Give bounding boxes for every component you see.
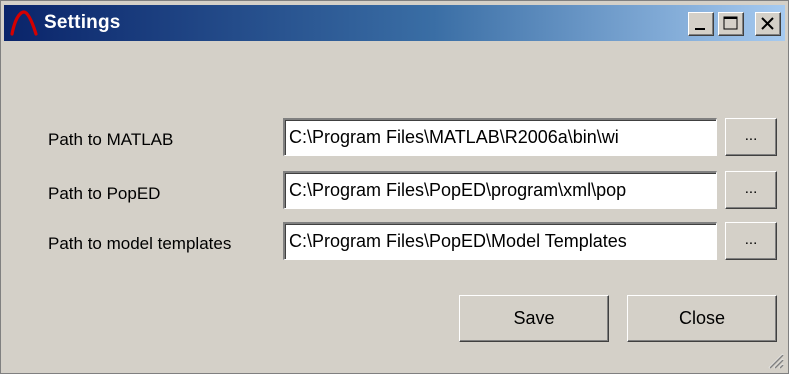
settings-window: Settings Path to MATLAB C:\Program Files… bbox=[0, 0, 789, 374]
save-button[interactable]: Save bbox=[459, 295, 609, 342]
poped-path-input[interactable]: C:\Program Files\PopED\program\xml\pop bbox=[283, 171, 717, 209]
minimize-icon bbox=[695, 28, 705, 30]
close-button[interactable]: Close bbox=[627, 295, 777, 342]
resize-grip-icon[interactable] bbox=[766, 351, 784, 369]
browse-model-templates-button[interactable]: ... bbox=[725, 222, 777, 260]
matlab-path-label: Path to MATLAB bbox=[48, 130, 174, 149]
app-logo-icon bbox=[10, 10, 38, 36]
maximize-icon bbox=[723, 16, 738, 30]
matlab-path-input[interactable]: C:\Program Files\MATLAB\R2006a\bin\wi bbox=[283, 118, 717, 156]
model-templates-path-input[interactable]: C:\Program Files\PopED\Model Templates bbox=[283, 222, 717, 260]
window-title: Settings bbox=[44, 12, 121, 33]
close-window-button[interactable] bbox=[755, 12, 781, 36]
browse-matlab-button[interactable]: ... bbox=[725, 118, 777, 156]
close-icon bbox=[761, 17, 774, 30]
model-templates-path-label: Path to model templates bbox=[48, 234, 232, 253]
browse-poped-button[interactable]: ... bbox=[725, 171, 777, 209]
poped-path-label: Path to PopED bbox=[48, 184, 161, 203]
title-bar[interactable]: Settings bbox=[4, 5, 785, 41]
minimize-button[interactable] bbox=[688, 12, 714, 36]
maximize-button[interactable] bbox=[718, 12, 744, 36]
